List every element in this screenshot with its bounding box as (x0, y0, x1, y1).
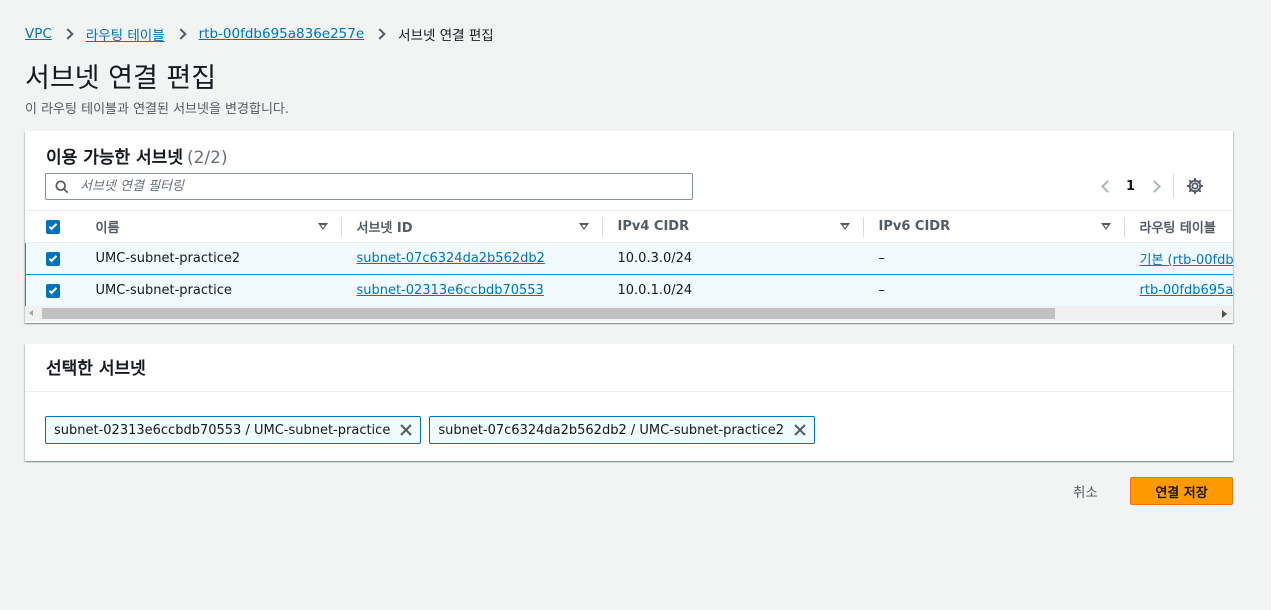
row-checkbox[interactable] (46, 251, 60, 266)
page-title: 서브넷 연결 편집 (25, 63, 217, 94)
column-header-route-table[interactable]: 라우팅 테이블 (1124, 210, 1233, 243)
column-header-subnet-id[interactable]: 서브넷 ID (341, 210, 603, 243)
column-header-name[interactable]: 이름 (80, 210, 342, 243)
cell-ipv4: 10.0.3.0/24 (602, 242, 864, 275)
ipv4-cidr: 10.0.1.0/24 (617, 283, 693, 298)
scroll-right-icon[interactable] (1222, 310, 1227, 318)
row-checkbox-cell (25, 242, 81, 275)
selected-tokens: subnet-02313e6ccbdb70553 / UMC-subnet-pr… (45, 416, 815, 444)
sort-icon[interactable] (317, 223, 328, 230)
cell-route-table: rtb-00fdb695a836e257e (1124, 274, 1234, 306)
chevron-right-icon (62, 28, 74, 40)
column-header-ipv4-cidr[interactable]: IPv4 CIDR (602, 210, 864, 243)
breadcrumb: VPC 라우팅 테이블 rtb-00fdb695a836e257e 서브넷 연결… (25, 24, 494, 44)
scrollbar-thumb[interactable] (42, 308, 1055, 319)
subnet-name: UMC-subnet-practice (95, 283, 232, 298)
available-subnets-title: 이용 가능한 서브넷 (2/2) (46, 143, 228, 168)
selected-subnets-title: 선택한 서브넷 (46, 359, 146, 379)
route-table-link[interactable]: 기본 (rtb-00fdb695a836e257e) (1140, 253, 1234, 268)
cell-name: UMC-subnet-practice (80, 274, 342, 306)
page-description: 이 라우팅 테이블과 연결된 서브넷을 변경합니다. (25, 102, 289, 117)
previous-page-button[interactable] (1096, 174, 1114, 198)
scroll-left-icon[interactable] (29, 310, 33, 316)
breadcrumb-vpc-link[interactable]: VPC (25, 26, 52, 42)
subnet-name: UMC-subnet-practice2 (95, 251, 241, 266)
available-subnets-count: (2/2) (186, 148, 228, 168)
next-page-button[interactable] (1147, 174, 1165, 198)
column-label: IPv6 CIDR (878, 219, 951, 234)
search-icon (55, 179, 69, 193)
table-row[interactable]: UMC-subnet-practice subnet-02313e6ccbdb7… (25, 274, 1234, 306)
breadcrumb-route-tables-link[interactable]: 라우팅 테이블 (86, 24, 165, 44)
chevron-right-icon (174, 28, 187, 40)
check-icon (48, 221, 57, 230)
selected-subnet-token: subnet-02313e6ccbdb70553 / UMC-subnet-pr… (45, 416, 422, 444)
cell-ipv6: – (863, 242, 1125, 275)
cell-route-table: 기본 (rtb-00fdb695a836e257e) (1124, 242, 1234, 275)
route-table-link[interactable]: rtb-00fdb695a836e257e (1140, 283, 1234, 298)
cancel-button[interactable]: 취소 (1061, 477, 1110, 505)
selected-subnet-token: subnet-07c6324da2b562db2 / UMC-subnet-pr… (429, 416, 815, 444)
table-row[interactable]: UMC-subnet-practice2 subnet-07c6324da2b5… (25, 242, 1234, 275)
token-label: subnet-02313e6ccbdb70553 / UMC-subnet-pr… (54, 422, 391, 438)
cell-subnet-id: subnet-02313e6ccbdb70553 (341, 274, 603, 306)
pager-divider (1173, 174, 1175, 198)
column-label: 라우팅 테이블 (1139, 221, 1216, 236)
sort-icon[interactable] (578, 223, 589, 230)
column-label: 이름 (95, 221, 120, 236)
close-icon[interactable] (399, 423, 413, 437)
select-all-header (25, 210, 81, 243)
gear-icon[interactable] (1186, 177, 1204, 195)
subnet-id-link[interactable]: subnet-07c6324da2b562db2 (357, 251, 545, 266)
table-header-row: 이름 서브넷 ID IPv4 CIDR IPv6 CIDR 라우팅 테이블 (25, 210, 1233, 243)
close-icon[interactable] (793, 423, 807, 437)
save-associations-button[interactable]: 연결 저장 (1130, 477, 1233, 505)
column-header-ipv6-cidr[interactable]: IPv6 CIDR (863, 210, 1125, 243)
chevron-right-icon (374, 28, 386, 40)
subnets-table-container: 이름 서브넷 ID IPv4 CIDR IPv6 CIDR 라우팅 테이블 UM… (25, 210, 1233, 306)
sort-icon[interactable] (839, 223, 850, 230)
check-icon (48, 285, 58, 294)
breadcrumb-current: 서브넷 연결 편집 (398, 28, 494, 44)
ipv6-cidr: – (878, 283, 886, 298)
subnet-filter-input[interactable] (80, 179, 660, 194)
panel-divider (25, 391, 1233, 392)
column-label: IPv4 CIDR (617, 219, 690, 234)
selected-subnets-panel: 선택한 서브넷 subnet-02313e6ccbdb70553 / UMC-s… (25, 344, 1233, 461)
check-icon (48, 253, 58, 262)
ipv6-cidr: – (878, 251, 886, 266)
cell-name: UMC-subnet-practice2 (80, 242, 342, 275)
token-label: subnet-07c6324da2b562db2 / UMC-subnet-pr… (438, 422, 784, 438)
chevron-right-icon (1147, 179, 1161, 193)
available-subnets-panel: 이용 가능한 서브넷(2/2) 1 이름 서브넷 ID IPv4 CIDR IP… (25, 131, 1233, 323)
subnet-id-link[interactable]: subnet-02313e6ccbdb70553 (357, 283, 544, 298)
page-number[interactable]: 1 (1126, 179, 1135, 194)
pagination: 1 (1096, 174, 1204, 198)
subnets-table: 이름 서브넷 ID IPv4 CIDR IPv6 CIDR 라우팅 테이블 UM… (25, 210, 1233, 306)
column-label: 서브넷 ID (356, 221, 413, 236)
row-checkbox-cell (25, 274, 81, 306)
horizontal-scrollbar[interactable] (25, 306, 1233, 321)
chevron-left-icon (1100, 179, 1114, 193)
ipv4-cidr: 10.0.3.0/24 (617, 251, 693, 266)
select-all-checkbox[interactable] (45, 219, 60, 234)
available-subnets-title-text: 이용 가능한 서브넷 (46, 148, 183, 168)
subnet-filter-input-wrapper[interactable] (45, 173, 693, 200)
sort-icon[interactable] (1100, 223, 1111, 230)
breadcrumb-route-table-id-link[interactable]: rtb-00fdb695a836e257e (199, 26, 365, 42)
cell-subnet-id: subnet-07c6324da2b562db2 (341, 242, 603, 275)
cell-ipv6: – (863, 274, 1125, 306)
row-checkbox[interactable] (46, 283, 60, 298)
cell-ipv4: 10.0.1.0/24 (602, 274, 864, 306)
